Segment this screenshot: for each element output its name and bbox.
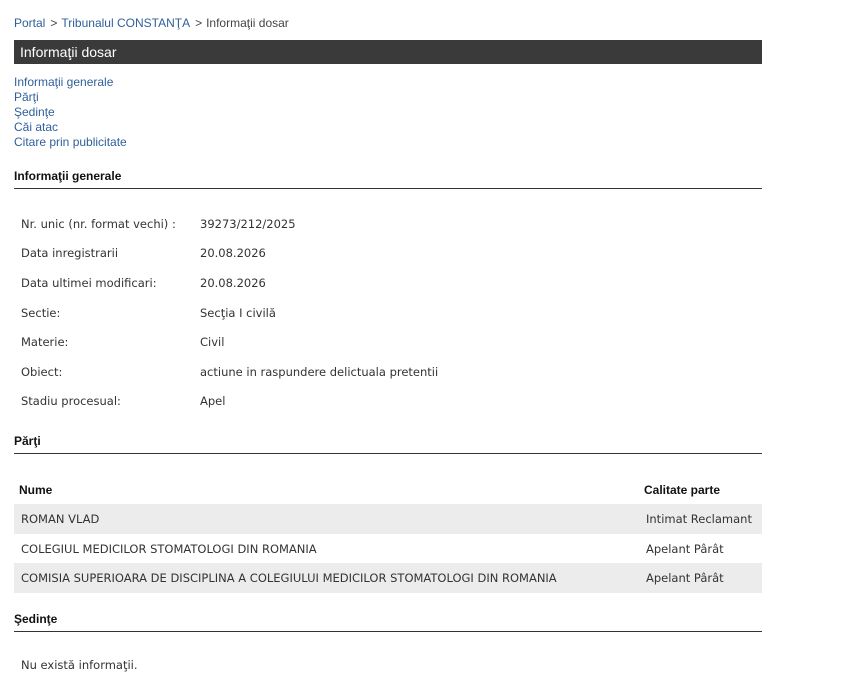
breadcrumb-portal-link[interactable]: Portal — [14, 16, 45, 30]
party-name: ROMAN VLAD — [14, 504, 644, 534]
info-value: Apel — [200, 394, 226, 409]
section-heading-sedinte: Şedinţe — [14, 612, 762, 632]
anchor-citare-prin-publicitate[interactable]: Citare prin publicitate — [14, 135, 762, 150]
breadcrumb: Portal > Tribunalul CONSTANŢA > Informaţii d… — [14, 16, 762, 32]
info-label: Obiect: — [21, 364, 63, 379]
table-row: COMISIA SUPERIOARA DE DISCIPLINA A COLEG… — [14, 563, 762, 593]
column-header-nume: Nume — [19, 483, 53, 498]
info-row: Sectie: Secţia I civilă — [14, 298, 438, 328]
party-name: COMISIA SUPERIOARA DE DISCIPLINA A COLEG… — [14, 563, 644, 593]
general-info-table: Nr. unic (nr. format vechi) : 39273/212/… — [14, 209, 438, 416]
section-heading-informatii-generale: Informaţii generale — [14, 169, 762, 189]
party-role: Intimat Reclamant — [644, 504, 762, 534]
info-row: Stadiu procesual: Apel — [14, 387, 438, 417]
breadcrumb-current: Informaţii dosar — [206, 16, 289, 30]
sedinte-empty-message: Nu există informaţii. — [21, 657, 138, 672]
info-row: Obiect: actiune in raspundere delictuala… — [14, 357, 438, 387]
info-value: Civil — [200, 335, 225, 350]
info-label: Data ultimei modificari: — [21, 275, 157, 290]
table-row: ROMAN VLAD Intimat Reclamant — [14, 504, 762, 534]
column-header-calitate-parte: Calitate parte — [644, 483, 721, 498]
info-value: actiune in raspundere delictuala pretent… — [200, 364, 439, 379]
parti-table: Nume Calitate parte ROMAN VLAD Intimat R… — [14, 476, 762, 593]
info-row: Nr. unic (nr. format vechi) : 39273/212/… — [14, 209, 438, 239]
anchor-informatii-generale[interactable]: Informaţii generale — [14, 75, 762, 90]
party-role: Apelant Pârât — [644, 563, 762, 593]
info-label: Stadiu procesual: — [21, 394, 121, 409]
party-role: Apelant Pârât — [646, 541, 724, 556]
anchor-sedinte[interactable]: Şedinţe — [14, 105, 762, 120]
parti-header-row: Nume Calitate parte — [14, 476, 762, 504]
info-row: Data ultimei modificari: 20.08.2026 — [14, 268, 438, 298]
info-value: 39273/212/2025 — [200, 216, 296, 231]
party-name: COLEGIUL MEDICILOR STOMATOLOGI DIN ROMAN… — [21, 541, 317, 556]
info-value: 20.08.2026 — [200, 246, 266, 261]
info-label: Nr. unic (nr. format vechi) : — [21, 216, 176, 231]
section-heading-parti: Părţi — [14, 434, 762, 455]
anchor-cai-atac[interactable]: Căi atac — [14, 120, 762, 135]
section-anchor-list: Informaţii generale Părţi Şedinţe Căi at… — [14, 75, 762, 150]
info-label: Sectie: — [21, 305, 61, 320]
info-value: Secţia I civilă — [200, 305, 276, 320]
breadcrumb-separator: > — [50, 16, 58, 30]
info-row: Materie: Civil — [14, 327, 438, 357]
breadcrumb-court-link[interactable]: Tribunalul CONSTANŢA — [61, 16, 190, 30]
anchor-parti[interactable]: Părţi — [14, 90, 762, 105]
page-content: Portal > Tribunalul CONSTANŢA > Informaţii d… — [14, 0, 762, 672]
info-label: Materie: — [21, 335, 69, 350]
table-row: COLEGIUL MEDICILOR STOMATOLOGI DIN ROMAN… — [14, 534, 762, 564]
info-label: Data inregistrarii — [21, 246, 119, 261]
breadcrumb-separator: > — [195, 16, 203, 30]
info-row: Data inregistrarii 20.08.2026 — [14, 239, 438, 269]
info-value: 20.08.2026 — [200, 275, 266, 290]
page-title: Informaţii dosar — [14, 40, 762, 64]
